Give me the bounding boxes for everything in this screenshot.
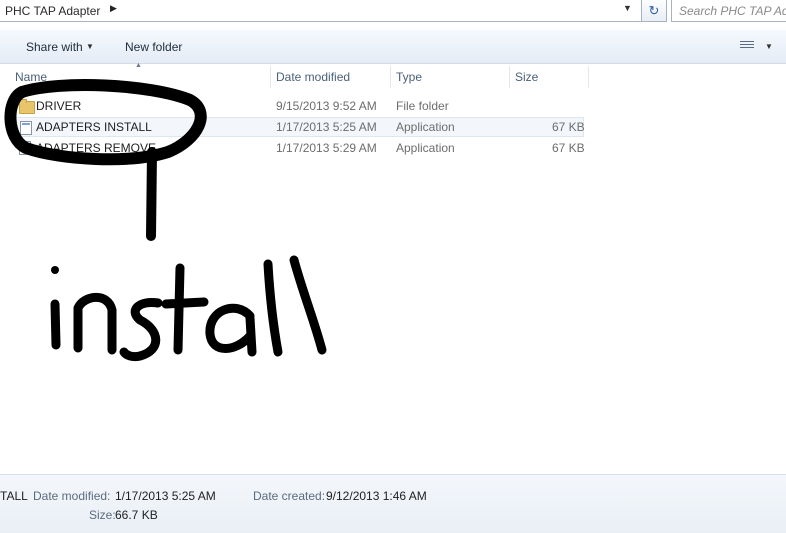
address-row: PHC TAP Adapter ▶ ▼ ↻ Search PHC TAP Ada… — [0, 0, 786, 24]
file-type: Application — [396, 120, 455, 134]
file-name: ADAPTERS REMOVE — [36, 141, 157, 155]
date-created-value: 9/12/2013 1:46 AM — [326, 489, 427, 503]
file-size: 67 KB — [552, 141, 585, 155]
file-name: ADAPTERS INSTALL — [36, 120, 152, 134]
share-with-button[interactable]: Share with — [26, 40, 83, 54]
search-placeholder: Search PHC TAP Adapter — [679, 4, 786, 18]
file-type: File folder — [396, 99, 449, 113]
date-modified-value: 1/17/2013 5:25 AM — [115, 489, 216, 503]
chevron-down-icon[interactable]: ▼ — [86, 42, 94, 51]
refresh-icon: ↻ — [648, 2, 660, 18]
details-pane: TALL Date modified: 1/17/2013 5:25 AM Da… — [0, 474, 786, 533]
command-bar: Share with ▼ New folder ▼ — [0, 30, 786, 64]
application-icon — [20, 121, 32, 135]
file-date: 1/17/2013 5:29 AM — [276, 141, 377, 155]
file-size: 67 KB — [552, 120, 585, 134]
column-header-date-label: Date modified — [276, 70, 351, 84]
file-date: 1/17/2013 5:25 AM — [276, 120, 377, 134]
column-header-type[interactable]: Type — [391, 64, 509, 90]
view-options-icon[interactable] — [740, 41, 754, 52]
arrow-stroke — [146, 147, 157, 241]
address-path[interactable]: PHC TAP Adapter — [5, 4, 100, 18]
address-dropdown-icon[interactable]: ▼ — [623, 3, 632, 13]
size-value: 66.7 KB — [115, 508, 158, 522]
selected-file-name: TALL — [0, 489, 28, 503]
breadcrumb-arrow-icon[interactable]: ▶ — [110, 3, 117, 14]
file-row-adapters-remove[interactable]: ADAPTERS REMOVE 1/17/2013 5:29 AM Applic… — [10, 138, 585, 158]
column-header-name-label: Name — [15, 70, 48, 84]
date-created-label: Date created: — [253, 489, 326, 503]
application-icon — [19, 141, 31, 155]
folder-icon — [19, 99, 35, 114]
column-header-date[interactable]: Date modified — [271, 64, 389, 90]
install-handwriting — [50, 255, 327, 362]
refresh-button[interactable]: ↻ — [641, 0, 667, 22]
column-header-size[interactable]: Size — [510, 64, 588, 90]
size-label: Size: — [89, 508, 116, 522]
file-row-adapters-install[interactable]: ADAPTERS INSTALL 1/17/2013 5:25 AM Appli… — [10, 117, 585, 137]
date-modified-label: Date modified: — [33, 489, 111, 503]
view-options-chevron-icon[interactable]: ▼ — [765, 42, 773, 51]
column-header-size-label: Size — [515, 70, 539, 84]
new-folder-button[interactable]: New folder — [125, 40, 182, 54]
search-input[interactable]: Search PHC TAP Adapter — [671, 0, 786, 22]
file-row-driver[interactable]: DRIVER 9/15/2013 9:52 AM File folder — [10, 96, 584, 116]
column-header-name[interactable]: Name — [0, 64, 270, 90]
file-name: DRIVER — [36, 99, 82, 113]
file-type: Application — [396, 141, 455, 155]
file-date: 9/15/2013 9:52 AM — [276, 99, 377, 113]
column-divider[interactable] — [588, 66, 589, 88]
address-bar[interactable]: PHC TAP Adapter ▶ ▼ — [0, 0, 642, 22]
column-header-type-label: Type — [396, 70, 423, 84]
